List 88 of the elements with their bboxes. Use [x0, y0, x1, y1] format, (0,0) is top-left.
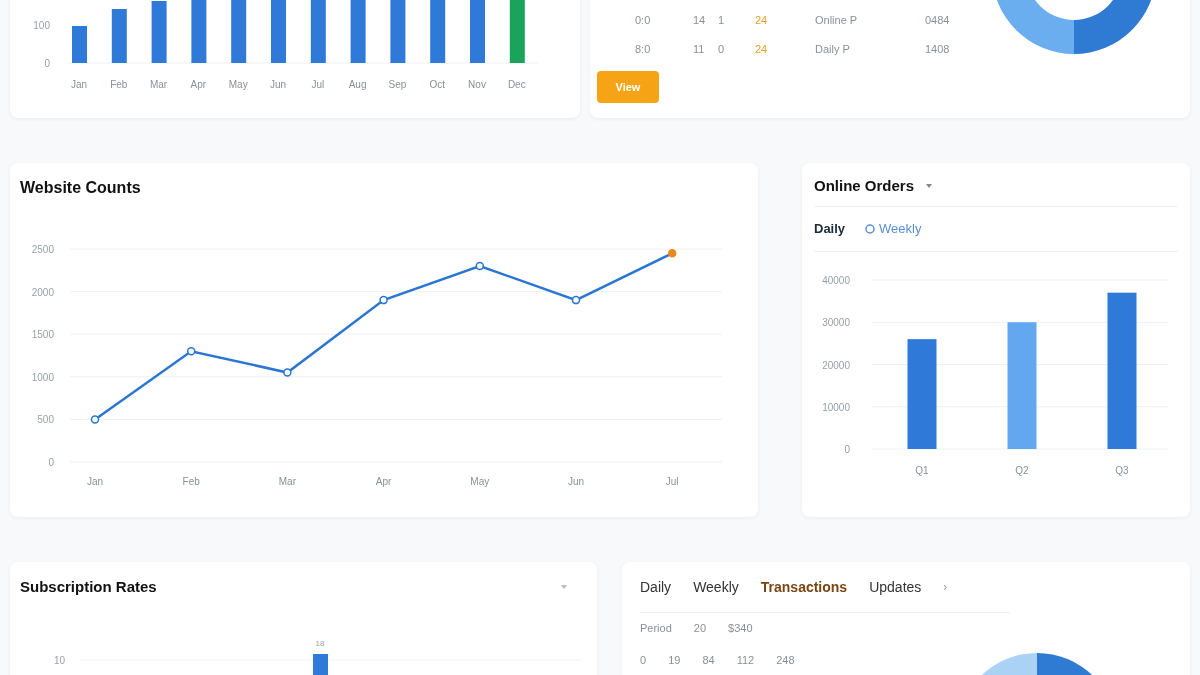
table-cell-text: 8:0	[635, 41, 652, 57]
axis-category-label: Aug	[348, 79, 367, 90]
bar	[72, 26, 87, 63]
tab[interactable]: Transactions	[760, 576, 848, 598]
list-text: Period	[640, 622, 672, 634]
axis-category-label: Nov	[468, 79, 486, 90]
table-cell-text: 0:0	[635, 13, 652, 28]
axis-category-label: Mar	[150, 79, 168, 90]
table-cell-text: 1	[718, 13, 726, 28]
axis-tick-label: 30000	[822, 317, 850, 329]
card-title: Website Counts	[20, 178, 141, 198]
axis-tick-label: 2500	[31, 244, 54, 255]
list-text: 0	[640, 654, 647, 666]
bar-value-label: 18	[315, 638, 325, 648]
axis-category-label: Feb	[182, 476, 200, 487]
tab[interactable]: Updates	[869, 576, 922, 598]
table-cell-text: 0	[718, 41, 726, 57]
data-point	[571, 295, 581, 305]
bar	[271, 0, 286, 63]
axis-tick-label: 0	[48, 457, 54, 468]
axis-category-label: Jan	[70, 79, 88, 90]
axis-tick-label: 10	[54, 654, 66, 666]
tab[interactable]: Weekly	[693, 576, 739, 598]
axis-tick-label: 40000	[822, 275, 850, 286]
axis-tick-label: 0	[844, 444, 850, 455]
bar	[350, 0, 366, 63]
caret-icon	[926, 184, 933, 188]
axis-tick-label: 10000	[822, 401, 850, 413]
data-point	[379, 295, 388, 305]
data-point	[186, 347, 196, 356]
axis-category-label: May	[470, 476, 490, 487]
bar	[430, 0, 446, 63]
axis-tick-label: 500	[37, 414, 54, 426]
tab[interactable]: Daily	[814, 219, 846, 239]
bar	[231, 0, 247, 63]
axis-tick-label: 100	[33, 20, 50, 31]
axis-tick-label: 20000	[822, 359, 850, 371]
bar	[191, 0, 207, 63]
bar	[151, 1, 167, 63]
list-text: 84	[702, 654, 715, 666]
axis-tick-label: 0	[44, 58, 50, 69]
table-cell-text: Online P	[815, 13, 859, 28]
bar	[470, 0, 485, 63]
data-point	[90, 415, 100, 424]
axis-category-label: Dec	[507, 79, 526, 90]
axis-category-label: Jul	[665, 476, 679, 487]
axis-category-label: Sep	[388, 79, 407, 90]
table-cell-text: 24	[755, 13, 769, 28]
axis-category-label: Q3	[1115, 465, 1129, 476]
data-point	[283, 368, 292, 377]
bar	[111, 9, 127, 63]
tab[interactable]: Daily	[640, 576, 672, 598]
list-text: $340	[728, 622, 753, 634]
table-cell-text: 1408	[925, 41, 951, 57]
list-text: 20	[693, 622, 707, 634]
axis-category-label: Q2	[1015, 465, 1029, 476]
list-text: 248	[776, 654, 795, 666]
card-title: Online Orders	[814, 175, 915, 196]
axis-category-label: Jan	[86, 476, 104, 487]
bar	[509, 0, 525, 63]
axis-tick-label: 2000	[31, 286, 54, 298]
axis-category-label: Jun	[567, 476, 585, 487]
bar	[390, 0, 406, 63]
table-cell-text: 14	[693, 13, 707, 28]
axis-category-label: Jul	[311, 79, 325, 90]
bar	[310, 0, 326, 63]
caret-icon	[561, 585, 567, 590]
axis-category-label: Jun	[269, 79, 287, 90]
card-title: Subscription Rates	[20, 577, 157, 597]
bar	[313, 653, 328, 675]
axis-category-label: Apr	[190, 79, 207, 90]
table-cell-text: 11	[693, 41, 706, 57]
axis-category-label: Mar	[278, 476, 296, 487]
axis-tick-label: 1000	[31, 371, 54, 383]
data-point	[475, 261, 485, 271]
table-cell-text: 24	[755, 41, 769, 57]
table-cell-text: Daily P	[815, 41, 851, 57]
axis-tick-label: 1500	[31, 329, 54, 341]
axis-category-label: Oct	[429, 79, 445, 90]
table-cell-text: 0484	[925, 13, 951, 28]
axis-category-label: Apr	[375, 476, 392, 487]
axis-category-label: Q1	[915, 465, 929, 476]
list-text: 112	[736, 654, 755, 666]
axis-category-label: May	[228, 79, 248, 90]
axis-category-label: Feb	[110, 79, 128, 90]
circle-icon	[865, 224, 876, 234]
data-point	[667, 249, 677, 258]
list-text: 19	[668, 654, 681, 666]
